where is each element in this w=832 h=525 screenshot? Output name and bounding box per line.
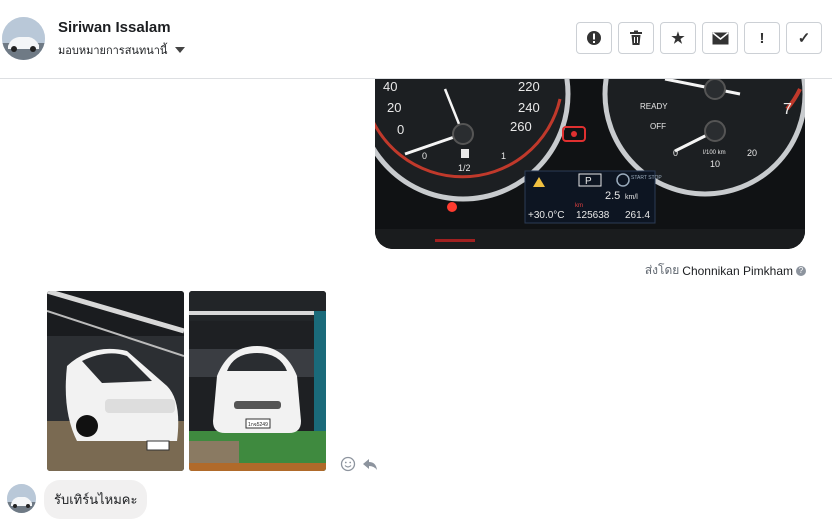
star-icon: ★ bbox=[671, 30, 685, 47]
dashboard-image: 40 20 0 220 240 260 0 1/2 1 READY OFF 7 … bbox=[375, 79, 805, 249]
lc-scale-label: 10 bbox=[710, 159, 720, 169]
ready-label: READY bbox=[640, 102, 668, 111]
lc-scale-label: 0 bbox=[673, 148, 678, 158]
help-icon[interactable]: ? bbox=[796, 265, 806, 276]
mark-done-button[interactable]: ✓ bbox=[786, 22, 822, 54]
tach-label: 240 bbox=[518, 100, 540, 115]
message-actions bbox=[340, 456, 378, 472]
star-button[interactable]: ★ bbox=[660, 22, 696, 54]
mark-unread-button[interactable] bbox=[702, 22, 738, 54]
gear-indicator: P bbox=[585, 176, 592, 187]
tach-label: 20 bbox=[387, 100, 401, 115]
envelope-icon bbox=[712, 31, 728, 44]
smiley-icon[interactable] bbox=[340, 456, 356, 472]
fuel-economy-value: 2.5 bbox=[605, 190, 620, 202]
license-plate: 1กจ5249 bbox=[248, 422, 268, 428]
delete-button[interactable] bbox=[618, 22, 654, 54]
car-photo-1[interactable] bbox=[47, 291, 184, 471]
assign-label: มอบหมายการสนทนานี้ bbox=[58, 45, 168, 57]
dashboard-photo[interactable]: 40 20 0 220 240 260 0 1/2 1 READY OFF 7 … bbox=[375, 79, 805, 249]
reply-icon[interactable] bbox=[362, 456, 378, 472]
seven-label: 7 bbox=[783, 101, 792, 118]
contact-name[interactable]: Siriwan Issalam bbox=[58, 19, 171, 36]
lc-scale-label: 20 bbox=[747, 148, 757, 158]
tach-label: 260 bbox=[510, 119, 532, 134]
trash-icon bbox=[630, 30, 642, 45]
alert-circle-icon bbox=[587, 31, 601, 45]
temperature-readout: +30.0°C bbox=[528, 210, 565, 221]
sender-avatar[interactable] bbox=[7, 484, 36, 513]
check-icon: ✓ bbox=[797, 30, 811, 47]
car-image bbox=[47, 291, 184, 471]
sent-by-name[interactable]: Chonnikan Pimkham bbox=[682, 264, 793, 278]
off-label: OFF bbox=[650, 122, 666, 131]
km-label: km bbox=[575, 203, 583, 209]
assign-conversation-dropdown[interactable]: มอบหมายการสนทนานี้ bbox=[58, 41, 186, 59]
car-image: 1กจ5249 bbox=[189, 291, 326, 471]
chevron-down-icon bbox=[175, 47, 186, 53]
sent-by-line: ส่งโดย Chonnikan Pimkham ? bbox=[645, 261, 806, 280]
car-photo-2[interactable]: 1กจ5249 bbox=[189, 291, 326, 471]
fuel-label: 1 bbox=[501, 151, 506, 161]
odometer-readout: 125638 bbox=[576, 210, 610, 221]
fuel-economy-unit: km/l bbox=[625, 194, 638, 201]
fuel-label: 0 bbox=[422, 151, 427, 161]
trip-readout: 261.4 bbox=[625, 210, 650, 221]
tach-label: 40 bbox=[383, 79, 397, 94]
conversation-header: Siriwan Issalam มอบหมายการสนทนานี้ ★ ! ✓ bbox=[0, 0, 832, 79]
car-avatar-icon bbox=[2, 17, 45, 60]
start-stop-label: START STOP bbox=[631, 175, 662, 181]
spam-report-button[interactable] bbox=[576, 22, 612, 54]
message-bubble: รับเทิร์นไหมคะ bbox=[44, 480, 148, 519]
tach-label: 220 bbox=[518, 79, 540, 94]
car-avatar-icon bbox=[7, 484, 36, 513]
follow-up-button[interactable]: ! bbox=[744, 22, 780, 54]
message-text: รับเทิร์นไหมคะ bbox=[54, 492, 138, 507]
conversation-toolbar: ★ ! ✓ bbox=[576, 22, 822, 54]
contact-avatar[interactable] bbox=[2, 17, 45, 60]
exclamation-icon: ! bbox=[759, 29, 765, 47]
tach-label: 0 bbox=[397, 122, 404, 137]
lc-scale-unit: l/100 km bbox=[703, 150, 726, 156]
fuel-label: 1/2 bbox=[458, 163, 471, 173]
sent-by-prefix: ส่งโดย bbox=[644, 263, 680, 277]
